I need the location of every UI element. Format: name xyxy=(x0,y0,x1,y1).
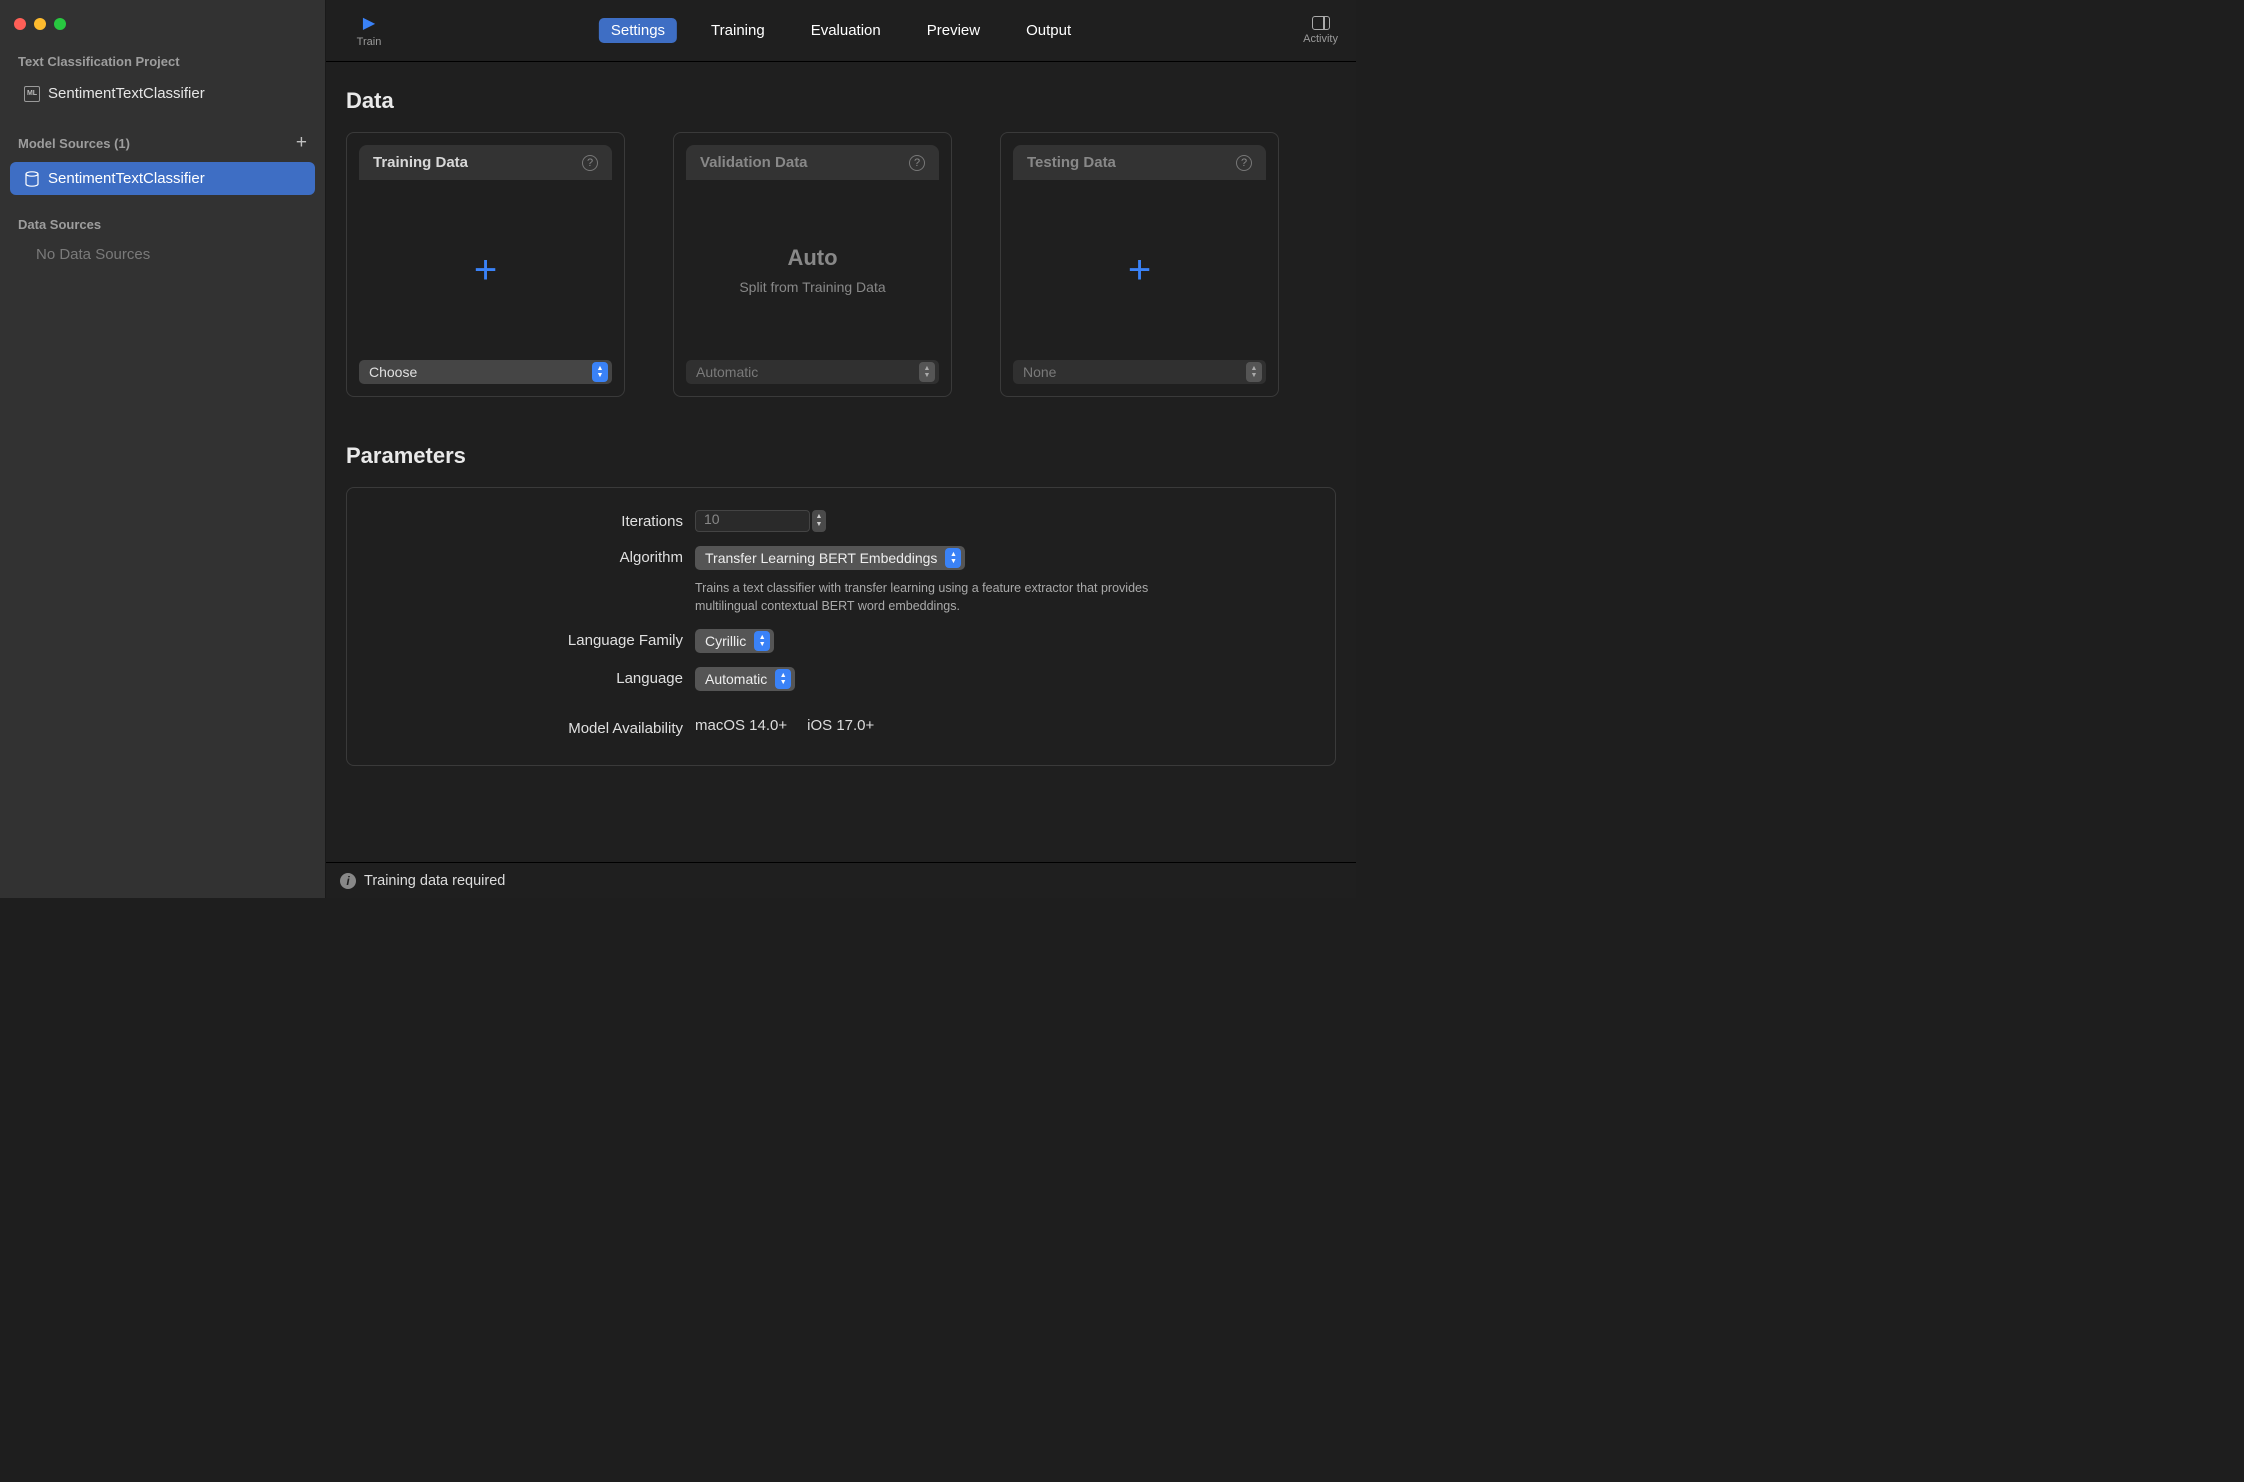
help-icon[interactable]: ? xyxy=(1236,155,1252,171)
project-section-header: Text Classification Project xyxy=(0,36,325,73)
availability-label: Model Availability xyxy=(375,717,695,737)
training-data-header: Training Data ? xyxy=(359,145,612,180)
sidebar-item-model-source[interactable]: SentimentTextClassifier xyxy=(10,162,315,195)
data-section-title: Data xyxy=(346,88,1336,114)
activity-label: Activity xyxy=(1303,33,1338,45)
training-data-dropzone[interactable]: + xyxy=(347,180,624,360)
select-value: Transfer Learning BERT Embeddings xyxy=(705,550,937,566)
add-model-source-button[interactable]: + xyxy=(296,132,307,154)
chevron-updown-icon: ▲▼ xyxy=(592,362,608,382)
availability-macos: macOS 14.0+ xyxy=(695,717,787,734)
toolbar-tabs: Settings Training Evaluation Preview Out… xyxy=(599,18,1083,43)
chevron-updown-icon: ▲▼ xyxy=(919,362,935,382)
language-label: Language xyxy=(375,667,695,687)
iterations-label: Iterations xyxy=(375,510,695,530)
train-label: Train xyxy=(357,36,382,48)
toolbar: ▶ Train Settings Training Evaluation Pre… xyxy=(326,0,1356,62)
testing-data-title: Testing Data xyxy=(1027,154,1116,171)
window-controls xyxy=(0,10,325,36)
parameters-panel: Iterations 10 ▲▼ Algorithm Transfer Lear xyxy=(346,487,1336,766)
select-value: Cyrillic xyxy=(705,633,746,649)
tab-evaluation[interactable]: Evaluation xyxy=(799,18,893,43)
chevron-updown-icon: ▲▼ xyxy=(775,669,791,689)
algorithm-select[interactable]: Transfer Learning BERT Embeddings ▲▼ xyxy=(695,546,965,570)
stepper-icon[interactable]: ▲▼ xyxy=(812,510,826,532)
language-family-select[interactable]: Cyrillic ▲▼ xyxy=(695,629,774,653)
cylinder-icon xyxy=(24,171,40,187)
validation-data-header: Validation Data ? xyxy=(686,145,939,180)
minimize-window-button[interactable] xyxy=(34,18,46,30)
iterations-value[interactable]: 10 xyxy=(695,510,810,532)
validation-data-select[interactable]: Automatic ▲▼ xyxy=(686,360,939,384)
testing-data-dropzone[interactable]: + xyxy=(1001,180,1278,360)
data-cards: Training Data ? + Choose ▲▼ xyxy=(346,132,1336,397)
parameters-section-title: Parameters xyxy=(346,443,1336,469)
status-bar: i Training data required xyxy=(326,862,1356,898)
validation-data-card: Validation Data ? Auto Split from Traini… xyxy=(673,132,952,397)
select-value: Automatic xyxy=(696,364,758,380)
content: Data Training Data ? + Choose ▲▼ xyxy=(326,62,1356,862)
zoom-window-button[interactable] xyxy=(54,18,66,30)
select-value: Automatic xyxy=(705,671,767,687)
auto-sublabel: Split from Training Data xyxy=(739,279,885,295)
data-sources-label: Data Sources xyxy=(18,217,101,232)
sidebar-item-project[interactable]: ML SentimentTextClassifier xyxy=(10,77,315,110)
info-icon: i xyxy=(340,873,356,889)
main: ▶ Train Settings Training Evaluation Pre… xyxy=(326,0,1356,898)
sidebar-item-label: SentimentTextClassifier xyxy=(48,85,205,102)
model-sources-label: Model Sources (1) xyxy=(18,136,130,151)
tab-preview[interactable]: Preview xyxy=(915,18,992,43)
ml-icon: ML xyxy=(24,86,40,102)
close-window-button[interactable] xyxy=(14,18,26,30)
sidebar: Text Classification Project ML Sentiment… xyxy=(0,0,326,898)
plus-icon: + xyxy=(474,250,497,290)
algorithm-description: Trains a text classifier with transfer l… xyxy=(695,580,1175,615)
algorithm-label: Algorithm xyxy=(375,546,695,566)
availability-ios: iOS 17.0+ xyxy=(807,717,874,734)
training-data-select[interactable]: Choose ▲▼ xyxy=(359,360,612,384)
language-select[interactable]: Automatic ▲▼ xyxy=(695,667,795,691)
iterations-input[interactable]: 10 ▲▼ xyxy=(695,510,1307,532)
testing-data-select[interactable]: None ▲▼ xyxy=(1013,360,1266,384)
help-icon[interactable]: ? xyxy=(582,155,598,171)
train-button[interactable]: ▶ Train xyxy=(344,13,394,48)
tab-output[interactable]: Output xyxy=(1014,18,1083,43)
data-sources-header: Data Sources xyxy=(0,199,325,236)
training-data-card: Training Data ? + Choose ▲▼ xyxy=(346,132,625,397)
help-icon[interactable]: ? xyxy=(909,155,925,171)
select-value: Choose xyxy=(369,364,417,380)
status-message: Training data required xyxy=(364,873,505,889)
project-section-label: Text Classification Project xyxy=(18,54,180,69)
chevron-updown-icon: ▲▼ xyxy=(1246,362,1262,382)
model-sources-header: Model Sources (1) + xyxy=(0,114,325,158)
testing-data-card: Testing Data ? + None ▲▼ xyxy=(1000,132,1279,397)
sidebar-item-label: SentimentTextClassifier xyxy=(48,170,205,187)
testing-data-header: Testing Data ? xyxy=(1013,145,1266,180)
language-family-label: Language Family xyxy=(375,629,695,649)
chevron-updown-icon: ▲▼ xyxy=(945,548,961,568)
no-data-sources-label: No Data Sources xyxy=(0,236,325,271)
tab-training[interactable]: Training xyxy=(699,18,777,43)
auto-label: Auto xyxy=(787,245,837,271)
panel-icon xyxy=(1312,16,1330,30)
activity-button[interactable]: Activity xyxy=(1303,16,1338,45)
training-data-title: Training Data xyxy=(373,154,468,171)
validation-data-body: Auto Split from Training Data xyxy=(674,180,951,360)
plus-icon: + xyxy=(1128,250,1151,290)
tab-settings[interactable]: Settings xyxy=(599,18,677,43)
availability-values: macOS 14.0+ iOS 17.0+ xyxy=(695,717,1307,734)
chevron-updown-icon: ▲▼ xyxy=(754,631,770,651)
select-value: None xyxy=(1023,364,1056,380)
validation-data-title: Validation Data xyxy=(700,154,808,171)
play-icon: ▶ xyxy=(363,13,375,33)
